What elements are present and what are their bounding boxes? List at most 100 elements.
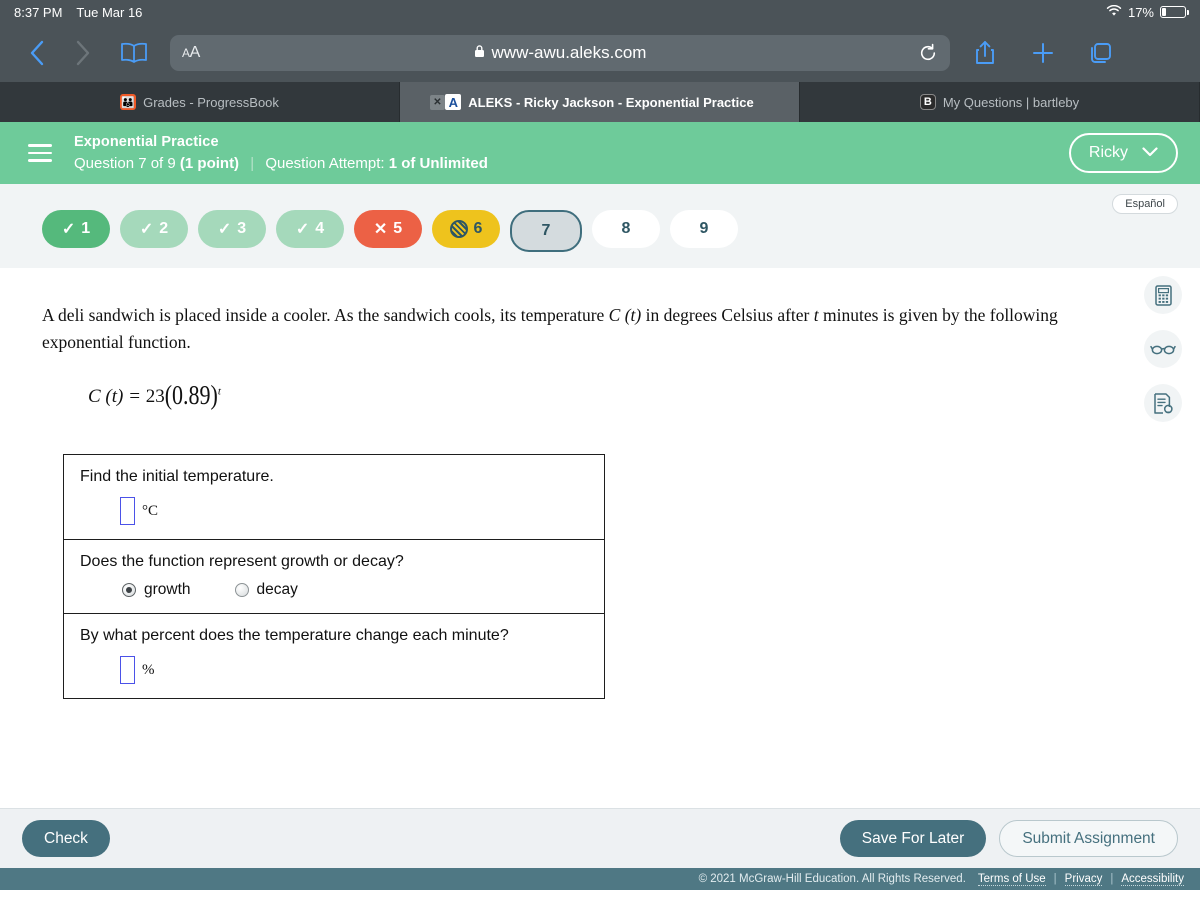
footer-separator: | xyxy=(1053,873,1057,885)
pill-number: 8 xyxy=(621,220,631,237)
back-button[interactable] xyxy=(14,33,60,73)
radio-label: growth xyxy=(144,581,191,599)
calculator-icon[interactable] xyxy=(1144,276,1182,314)
header-titles: Exponential Practice Question 7 of 9 (1 … xyxy=(74,132,488,174)
share-icon[interactable] xyxy=(956,31,1014,75)
question-pill-7[interactable]: 7 xyxy=(510,210,582,252)
formula-equals: = xyxy=(128,386,141,408)
question-status-line: Question 7 of 9 (1 point) | Question Att… xyxy=(74,153,488,174)
wifi-icon xyxy=(1106,4,1122,20)
pill-number: 9 xyxy=(699,220,709,237)
question-pill-8[interactable]: 8 xyxy=(592,210,660,248)
copyright-text: © 2021 McGraw-Hill Education. All Rights… xyxy=(698,873,966,885)
question-pill-5[interactable]: ✕ 5 xyxy=(354,210,422,248)
question-pill-4[interactable]: ✓ 4 xyxy=(276,210,344,248)
action-bar: Check Save For Later Submit Assignment xyxy=(0,808,1200,868)
glasses-icon[interactable] xyxy=(1144,330,1182,368)
answer-panel: Find the initial temperature. °C Does th… xyxy=(63,454,605,700)
attempt-value: 1 of Unlimited xyxy=(388,154,488,172)
question-content: A deli sandwich is placed inside a coole… xyxy=(0,268,1200,808)
question-pill-1[interactable]: ✓ 1 xyxy=(42,210,110,248)
page-footer: © 2021 McGraw-Hill Education. All Rights… xyxy=(0,868,1200,890)
address-bar[interactable]: AA www-awu.aleks.com xyxy=(170,35,950,71)
radio-icon[interactable] xyxy=(234,583,249,598)
check-icon: ✓ xyxy=(139,221,154,238)
unit-label: % xyxy=(142,661,155,678)
question-pill-9[interactable]: 9 xyxy=(670,210,738,248)
tabs-overview-icon[interactable] xyxy=(1072,31,1130,75)
new-tab-icon[interactable] xyxy=(1014,31,1072,75)
tab-label: Grades - ProgressBook xyxy=(143,94,279,110)
radio-icon[interactable] xyxy=(122,583,136,598)
part-answer-line: % xyxy=(120,656,588,685)
formula-lhs: C (t) xyxy=(88,386,124,408)
part-question: Does the function represent growth or de… xyxy=(80,553,404,571)
prompt-text-1: A deli sandwich is placed inside a coole… xyxy=(42,305,605,325)
check-icon: ✓ xyxy=(217,221,232,238)
espanol-button[interactable]: Español xyxy=(1112,194,1178,214)
bookmarks-button[interactable] xyxy=(106,41,162,65)
forward-button[interactable] xyxy=(60,33,106,73)
save-for-later-button[interactable]: Save For Later xyxy=(839,820,987,857)
pill-number: 1 xyxy=(81,220,91,237)
user-name-label: Ricky xyxy=(1088,144,1128,161)
divider: | xyxy=(250,154,255,172)
battery-percent-label: 17% xyxy=(1127,4,1154,20)
percent-change-input[interactable] xyxy=(120,656,135,685)
check-button[interactable]: Check xyxy=(22,820,110,857)
privacy-link[interactable]: Privacy xyxy=(1064,873,1103,886)
user-menu-button[interactable]: Ricky xyxy=(1068,133,1178,173)
app-header: Exponential Practice Question 7 of 9 (1 … xyxy=(0,122,1200,184)
formula-exponent: t xyxy=(217,385,221,398)
browser-tab-strip: 👪 Grades - ProgressBook ✕ A ALEKS - Rick… xyxy=(0,82,1200,122)
formula-coefficient: 23 xyxy=(145,386,165,408)
radio-option-decay[interactable]: decay xyxy=(234,581,298,599)
address-bar-center: www-awu.aleks.com xyxy=(170,43,950,63)
status-bar-date: Tue Mar 16 xyxy=(76,4,143,20)
question-pill-2[interactable]: ✓ 2 xyxy=(120,210,188,248)
check-icon: ✓ xyxy=(295,221,310,238)
pill-number: 2 xyxy=(159,220,169,237)
question-pill-3[interactable]: ✓ 3 xyxy=(198,210,266,248)
tab-label: ALEKS - Ricky Jackson - Exponential Prac… xyxy=(468,94,754,110)
partial-credit-icon xyxy=(449,220,468,238)
status-bar-left: 8:37 PM Tue Mar 16 xyxy=(14,5,142,20)
lock-icon xyxy=(474,44,485,63)
browser-tool-icons xyxy=(956,31,1130,75)
browser-tab-aleks[interactable]: ✕ A ALEKS - Ricky Jackson - Exponential … xyxy=(400,82,800,122)
status-bar-right: 17% xyxy=(1106,4,1189,20)
pill-number: 5 xyxy=(393,220,403,237)
submit-assignment-button[interactable]: Submit Assignment xyxy=(999,820,1178,857)
reload-icon[interactable] xyxy=(918,43,938,63)
action-bar-right: Save For Later Submit Assignment xyxy=(839,820,1178,857)
tab-label: My Questions | bartleby xyxy=(942,94,1080,110)
part-question: By what percent does the temperature cha… xyxy=(80,627,509,645)
initial-temperature-input[interactable] xyxy=(120,497,135,526)
prompt-text-2: in degrees Celsius after xyxy=(645,305,810,325)
answer-part-1: Find the initial temperature. °C xyxy=(64,455,604,539)
answer-part-3: By what percent does the temperature cha… xyxy=(64,613,604,698)
pill-number: 6 xyxy=(473,220,483,237)
browser-tab-progressbook[interactable]: 👪 Grades - ProgressBook xyxy=(0,82,400,122)
check-icon: ✓ xyxy=(61,221,76,238)
radio-label: decay xyxy=(256,581,298,599)
cross-icon: ✕ xyxy=(373,221,388,238)
question-pill-6[interactable]: 6 xyxy=(432,210,500,248)
text-size-button[interactable]: AA xyxy=(182,44,200,62)
browser-tab-bartleby[interactable]: B My Questions | bartleby xyxy=(800,82,1200,122)
question-counter: Question 7 of 9 xyxy=(74,154,176,172)
question-navigator: Español ✓ 1 ✓ 2 ✓ 3 ✓ 4 ✕ 5 6 7 8 9 xyxy=(0,184,1200,268)
explanation-icon[interactable] xyxy=(1144,384,1182,422)
close-icon[interactable]: ✕ xyxy=(430,94,445,110)
page-title: Exponential Practice xyxy=(74,134,219,151)
url-text: www-awu.aleks.com xyxy=(491,43,647,62)
ios-status-bar: 8:37 PM Tue Mar 16 17% xyxy=(0,0,1200,24)
status-bar-time: 8:37 PM xyxy=(14,4,63,20)
radio-option-growth[interactable]: growth xyxy=(122,581,191,599)
accessibility-link[interactable]: Accessibility xyxy=(1121,873,1184,886)
battery-icon xyxy=(1160,6,1189,18)
terms-of-use-link[interactable]: Terms of Use xyxy=(977,873,1046,886)
tool-rail xyxy=(1144,276,1182,422)
prompt-function: C (t) xyxy=(608,305,642,325)
hamburger-menu-icon[interactable] xyxy=(22,135,58,171)
